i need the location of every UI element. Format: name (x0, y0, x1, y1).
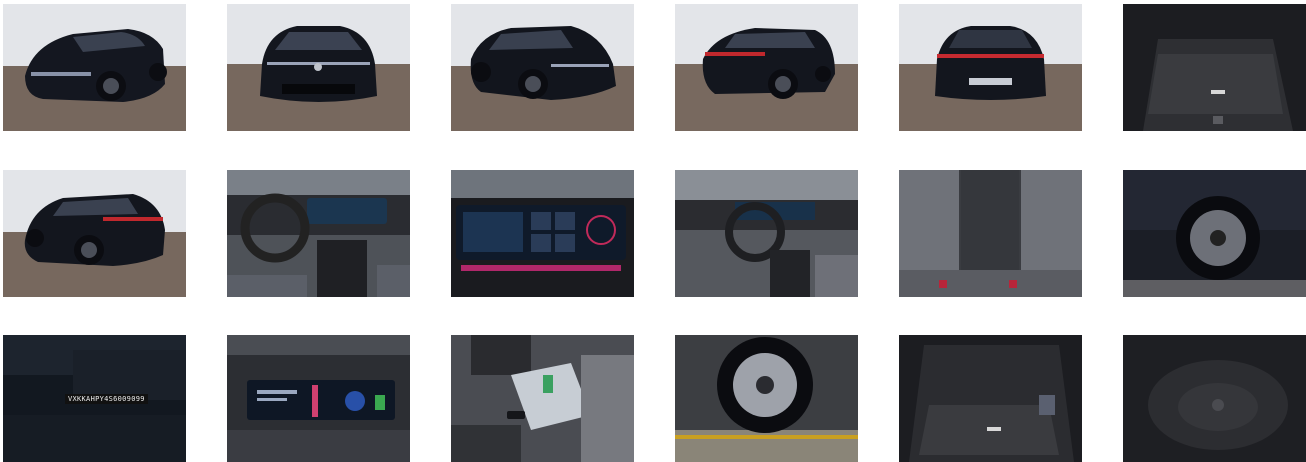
photo-dashboard[interactable] (227, 170, 410, 297)
car-front-left-image (3, 4, 186, 131)
dashboard-image (227, 170, 410, 297)
photo-exterior-front[interactable] (227, 4, 410, 131)
photo-trunk-floor[interactable] (899, 335, 1082, 462)
front-wheel-image (1123, 170, 1306, 297)
driver-cockpit-image (675, 170, 858, 297)
vin-number-text: VXKKAHPY4S6009099 (65, 394, 148, 404)
photo-front-wheel[interactable] (1123, 170, 1306, 297)
car-front-image (227, 4, 410, 131)
car-front-right-image (451, 4, 634, 131)
photo-driver-cockpit[interactable] (675, 170, 858, 297)
photo-gallery: VXKKAHPY4S6009099 (0, 0, 1306, 462)
photo-vin-plate[interactable]: VXKKAHPY4S6009099 (3, 335, 186, 462)
rear-seats-image (899, 170, 1082, 297)
photo-exterior-front-right[interactable] (451, 4, 634, 131)
photo-documents-and-key[interactable] (451, 335, 634, 462)
photo-spare-well[interactable] (1123, 335, 1306, 462)
car-rear-image (899, 4, 1082, 131)
photo-rear-seats[interactable] (899, 170, 1082, 297)
spare-well-image (1123, 335, 1306, 462)
infotainment-screen-image (451, 170, 634, 297)
instrument-cluster-image (227, 335, 410, 462)
documents-key-image (451, 335, 634, 462)
photo-exterior-front-left[interactable] (3, 4, 186, 131)
photo-instrument-cluster[interactable] (227, 335, 410, 462)
car-rear-left-image (3, 170, 186, 297)
photo-exterior-rear-right[interactable] (675, 4, 858, 131)
photo-exterior-rear-left[interactable] (3, 170, 186, 297)
photo-wheel-closeup[interactable] (675, 335, 858, 462)
trunk-image (1123, 4, 1306, 131)
photo-trunk[interactable] (1123, 4, 1306, 131)
photo-exterior-rear[interactable] (899, 4, 1082, 131)
trunk-floor-image (899, 335, 1082, 462)
wheel-closeup-image (675, 335, 858, 462)
car-rear-right-image (675, 4, 858, 131)
photo-infotainment-screen[interactable] (451, 170, 634, 297)
